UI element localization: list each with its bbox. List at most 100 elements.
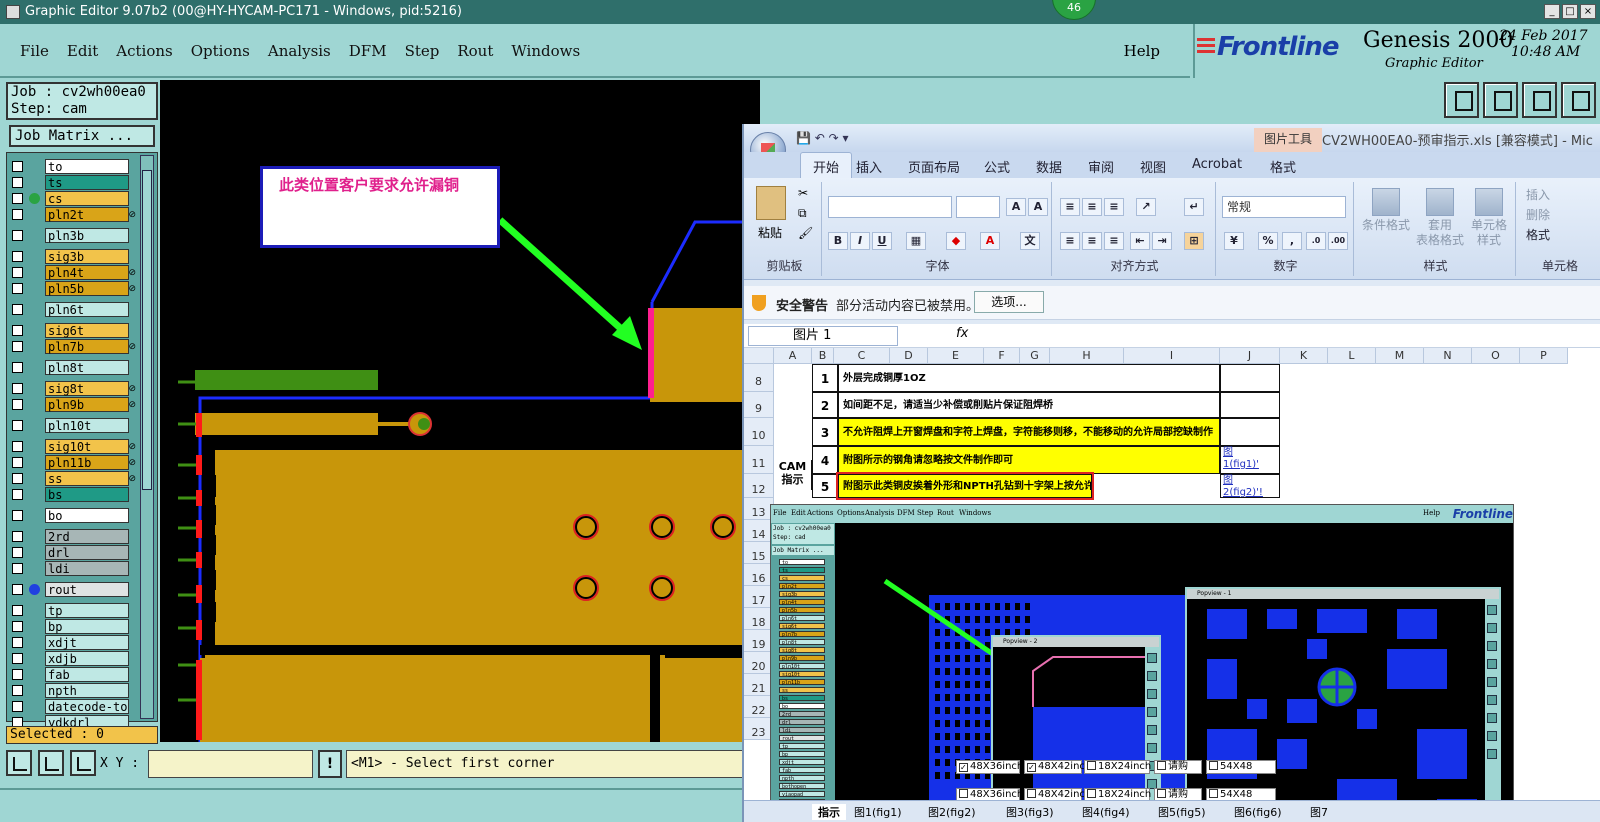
column-header-G[interactable]: G	[1020, 348, 1050, 364]
sheet-tab[interactable]: 图6(fig6)	[1234, 804, 1282, 820]
window-icon[interactable]	[1561, 82, 1596, 118]
layer-name[interactable]: xdjt	[45, 635, 129, 650]
phonetic-icon[interactable]: 文	[1020, 232, 1040, 250]
layer-name[interactable]: pln11b	[45, 455, 129, 470]
menu-options[interactable]: Options	[191, 42, 250, 60]
layer-checkbox[interactable]	[12, 563, 23, 574]
layer-row-sig6t[interactable]: sig6t	[9, 323, 139, 338]
layer-name[interactable]: xdjb	[45, 651, 129, 666]
layer-name[interactable]: cs	[45, 191, 129, 206]
select-all-corner[interactable]	[744, 348, 774, 364]
close-button[interactable]: ×	[1580, 4, 1596, 19]
layer-row-pln9b[interactable]: pln9b ⊘	[9, 397, 139, 412]
format-painter-icon[interactable]: 🖌	[798, 226, 813, 240]
graphic-canvas[interactable]: 此类位置客户要求允许漏铜	[160, 80, 760, 742]
align-center-icon[interactable]: ≡	[1082, 232, 1102, 250]
layer-checkbox[interactable]	[12, 473, 23, 484]
layer-row-ldi[interactable]: ldi	[9, 561, 139, 576]
layer-name[interactable]: bp	[45, 619, 129, 634]
layer-row-2rd[interactable]: 2rd	[9, 529, 139, 544]
layer-name[interactable]: pln7b	[45, 339, 129, 354]
empty-cell[interactable]	[1220, 392, 1280, 418]
layer-checkbox[interactable]	[12, 161, 23, 172]
layer-checkbox[interactable]	[12, 230, 23, 241]
orientation-icon[interactable]: ↗	[1136, 198, 1156, 216]
layer-checkbox[interactable]	[12, 304, 23, 315]
instruction-cell[interactable]: 如间距不足，请适当少补偿或削贴片保证阻焊桥	[838, 392, 1220, 418]
layer-checkbox[interactable]	[12, 441, 23, 452]
layer-name[interactable]: 2rd	[45, 529, 129, 544]
scroll-thumb[interactable]	[142, 170, 152, 490]
decrease-decimal-icon[interactable]: .00	[1328, 232, 1348, 250]
layer-checkbox[interactable]	[12, 399, 23, 410]
merge-icon[interactable]: ⊞	[1184, 232, 1204, 250]
layer-checkbox[interactable]	[12, 637, 23, 648]
grow-font-icon[interactable]: A	[1006, 198, 1026, 216]
layer-name[interactable]: drl	[45, 545, 129, 560]
bold-icon[interactable]: B	[828, 232, 848, 250]
layer-checkbox[interactable]	[12, 531, 23, 542]
layer-checkbox[interactable]	[12, 584, 23, 595]
layer-row-fab[interactable]: fab	[9, 667, 139, 682]
fill-color-icon[interactable]: ◆	[946, 232, 966, 250]
alert-button[interactable]: !	[318, 750, 342, 778]
layer-checkbox[interactable]	[12, 193, 23, 204]
column-header-L[interactable]: L	[1328, 348, 1376, 364]
import-icon[interactable]	[1483, 82, 1518, 118]
layer-name[interactable]: pln6t	[45, 302, 129, 317]
layer-name[interactable]: to	[45, 159, 129, 174]
picture-tools-tab[interactable]: 图片工具	[1254, 128, 1322, 152]
item-number-cell[interactable]: 4	[812, 446, 838, 474]
layer-checkbox[interactable]	[12, 510, 23, 521]
sheet-tab[interactable]: 图3(fig3)	[1006, 804, 1054, 820]
menu-actions[interactable]: Actions	[116, 42, 172, 60]
empty-cell[interactable]	[1220, 364, 1280, 392]
column-header-M[interactable]: M	[1376, 348, 1424, 364]
insert-cells-button[interactable]: 插入	[1526, 188, 1550, 203]
layer-row-cs[interactable]: cs	[9, 191, 139, 206]
cell-style-button[interactable]: 单元格 样式	[1466, 188, 1512, 248]
conditional-format-button[interactable]: 条件格式	[1360, 188, 1412, 233]
size-checkbox[interactable]: ✓ 48X36inch	[956, 760, 1023, 774]
sheet-tab[interactable]: 图4(fig4)	[1082, 804, 1130, 820]
column-header-C[interactable]: C	[834, 348, 890, 364]
sheet-tab[interactable]: 图5(fig5)	[1158, 804, 1206, 820]
checkbox-box[interactable]	[1087, 761, 1096, 770]
tab-acrobat[interactable]: Acrobat	[1192, 157, 1242, 172]
column-header-K[interactable]: K	[1280, 348, 1328, 364]
align-middle-icon[interactable]: ≡	[1082, 198, 1102, 216]
job-matrix-button[interactable]: Job Matrix ...	[9, 125, 155, 147]
zoom-area-icon[interactable]	[6, 750, 32, 776]
row-header-11[interactable]: 11	[744, 446, 774, 474]
size-checkbox[interactable]: ✓ 48X42inch	[1024, 760, 1091, 774]
layer-checkbox[interactable]	[12, 420, 23, 431]
cut-icon[interactable]: ✂	[798, 186, 808, 200]
column-header-D[interactable]: D	[890, 348, 928, 364]
layer-name[interactable]: pln4t	[45, 265, 129, 280]
layer-row-ss[interactable]: ss ⊘	[9, 471, 139, 486]
layer-row-pln2t[interactable]: pln2t ⊘	[9, 207, 139, 222]
column-header-F[interactable]: F	[984, 348, 1020, 364]
layer-row-bp[interactable]: bp	[9, 619, 139, 634]
sheet-tab[interactable]: 指示	[812, 804, 846, 820]
checkbox-box[interactable]	[1209, 789, 1218, 798]
checkbox-box[interactable]	[1209, 761, 1218, 770]
layer-name[interactable]: fab	[45, 667, 129, 682]
copy-icon[interactable]: ⧉	[798, 206, 807, 221]
layer-row-pln4t[interactable]: pln4t ⊘	[9, 265, 139, 280]
column-header-E[interactable]: E	[928, 348, 984, 364]
layer-name[interactable]: ss	[45, 471, 129, 486]
size-checkbox[interactable]: 请购	[1154, 760, 1202, 774]
layer-name[interactable]: sig10t	[45, 439, 129, 454]
grid-icon[interactable]	[70, 750, 96, 776]
layer-row-xdjb[interactable]: xdjb	[9, 651, 139, 666]
layer-checkbox[interactable]	[12, 621, 23, 632]
menu-file[interactable]: File	[20, 42, 49, 60]
layer-name[interactable]: datecode-to	[45, 699, 129, 714]
font-name-select[interactable]	[828, 196, 952, 218]
comma-icon[interactable]: ,	[1282, 232, 1302, 250]
layer-row-ts[interactable]: ts	[9, 175, 139, 190]
indent-decrease-icon[interactable]: ⇤	[1130, 232, 1150, 250]
layer-checkbox[interactable]	[12, 283, 23, 294]
layer-name[interactable]: pln9b	[45, 397, 129, 412]
